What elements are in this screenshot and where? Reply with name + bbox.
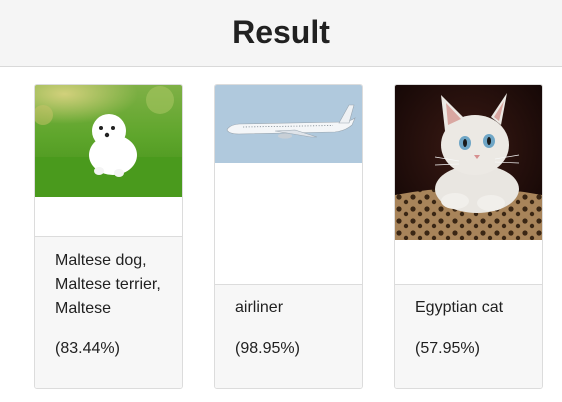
result-card-footer: Egyptian cat (57.95%) bbox=[395, 284, 542, 388]
result-card-footer: airliner (98.95%) bbox=[215, 284, 362, 388]
result-card: airliner (98.95%) bbox=[214, 84, 363, 389]
result-card-footer: Maltese dog, Maltese terrier, Maltese (8… bbox=[35, 236, 182, 388]
kitten-photo-image bbox=[395, 85, 542, 240]
result-score: (57.95%) bbox=[415, 340, 480, 357]
page-header: Result bbox=[0, 0, 562, 67]
result-card: Maltese dog, Maltese terrier, Maltese (8… bbox=[34, 84, 183, 389]
result-label: Maltese dog, Maltese terrier, Maltese bbox=[55, 252, 161, 317]
airliner-in-sky-image bbox=[215, 85, 362, 163]
result-score: (98.95%) bbox=[235, 340, 300, 357]
result-label: Egyptian cat bbox=[415, 299, 504, 316]
white-puppy-on-grass-image bbox=[35, 85, 182, 197]
result-card: Egyptian cat (57.95%) bbox=[394, 84, 543, 389]
result-score: (83.44%) bbox=[55, 340, 120, 357]
result-label: airliner bbox=[235, 299, 284, 316]
page-title: Result bbox=[232, 13, 330, 50]
